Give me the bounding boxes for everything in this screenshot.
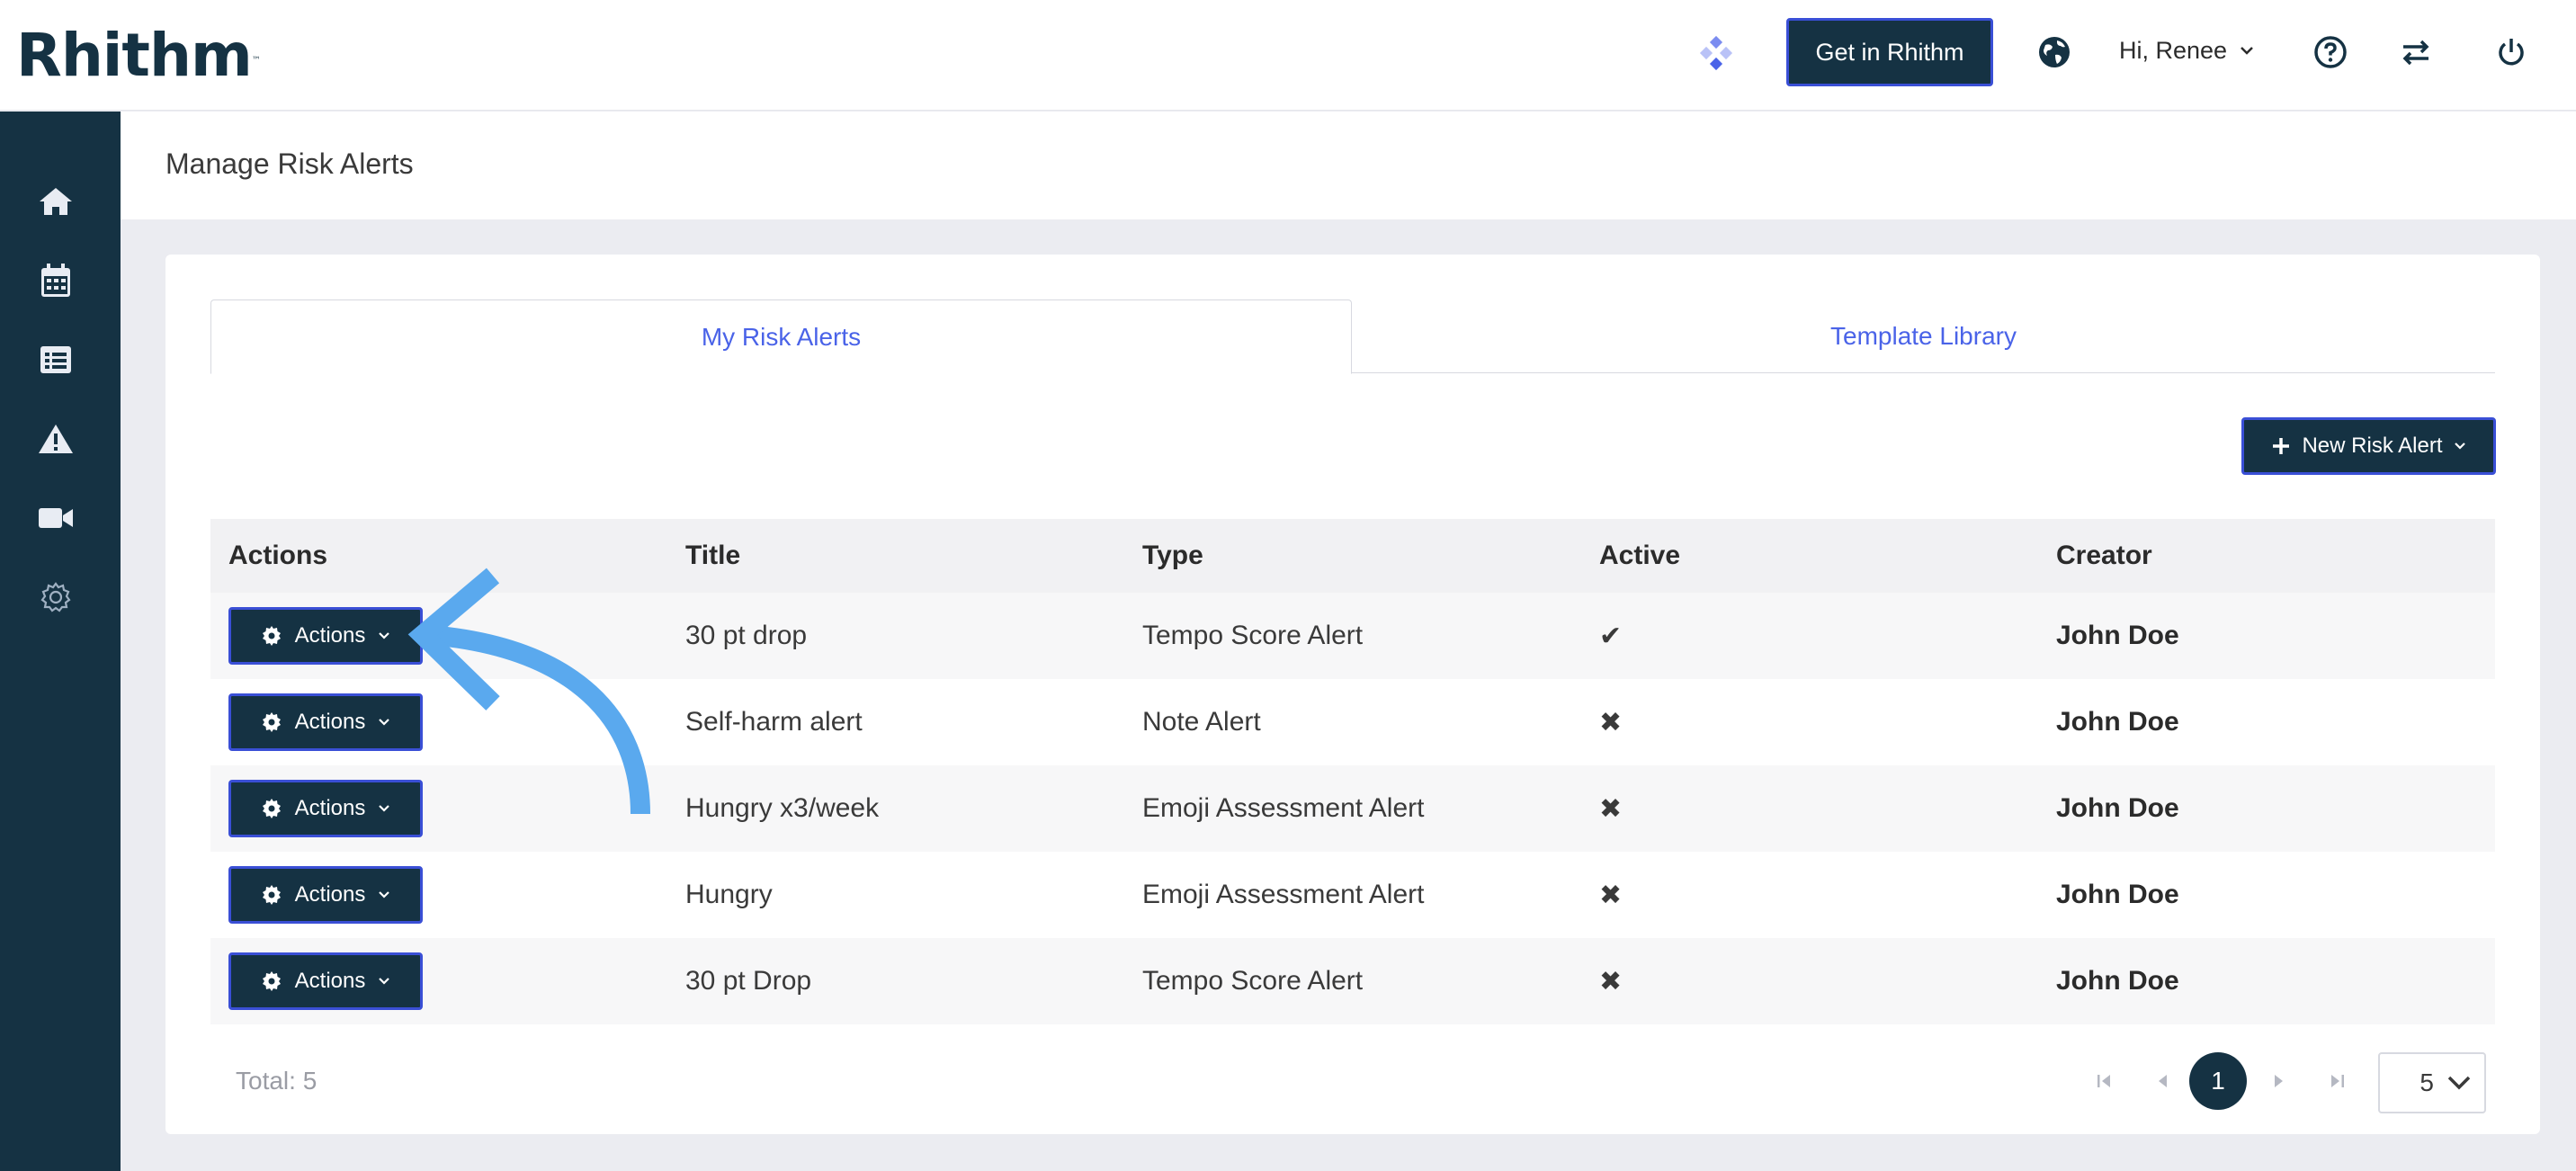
plus-icon	[2273, 438, 2290, 454]
cell-type: Tempo Score Alert	[1142, 966, 1364, 996]
actions-button[interactable]: Actions	[228, 693, 423, 751]
column-header-title[interactable]: Title	[667, 541, 1124, 571]
cell-creator: John Doe	[2056, 793, 2179, 823]
sidebar-nav	[0, 112, 121, 1171]
user-greeting: Hi, Renee	[2119, 36, 2228, 64]
table-row: Actions 30 pt Drop Tempo Score Alert ✖ J…	[210, 938, 2495, 1024]
column-header-active[interactable]: Active	[1581, 541, 2038, 571]
calendar-icon[interactable]	[38, 263, 74, 299]
x-icon: ✖	[1599, 880, 1623, 910]
gear-icon	[262, 626, 281, 646]
cell-type: Emoji Assessment Alert	[1142, 880, 1425, 909]
tab-bar: My Risk Alerts Template Library	[210, 299, 2495, 374]
actions-label: Actions	[294, 882, 366, 907]
cell-type: Tempo Score Alert	[1142, 621, 1364, 650]
cell-title: Hungry x3/week	[685, 793, 880, 823]
chevron-down-icon	[379, 632, 390, 639]
risk-alerts-table: Actions Title Type Active Creator Action…	[210, 519, 2495, 1024]
cell-title: Self-harm alert	[685, 707, 863, 737]
chevron-down-icon	[379, 978, 390, 985]
table-row: Actions Hungry x3/week Emoji Assessment …	[210, 765, 2495, 852]
actions-label: Actions	[294, 710, 366, 734]
chevron-down-icon	[2447, 1076, 2471, 1090]
settings-gear-icon[interactable]	[38, 579, 74, 615]
page-size-select[interactable]: 5	[2378, 1052, 2486, 1113]
page-number-current[interactable]: 1	[2189, 1052, 2247, 1110]
last-page-icon[interactable]	[2326, 1070, 2348, 1092]
gear-icon	[262, 799, 281, 818]
x-icon: ✖	[1599, 966, 1623, 997]
table-body: Actions 30 pt drop Tempo Score Alert ✔ J…	[210, 593, 2495, 1024]
warning-icon[interactable]	[38, 421, 74, 457]
get-in-rhithm-button[interactable]: Get in Rhithm	[1786, 18, 1993, 86]
page-size-value: 5	[2419, 1068, 2434, 1096]
chevron-down-icon	[2454, 442, 2465, 450]
switch-arrows-icon[interactable]	[2398, 34, 2434, 70]
gear-icon	[262, 712, 281, 732]
table-row: Actions 30 pt drop Tempo Score Alert ✔ J…	[210, 593, 2495, 679]
chevron-down-icon	[2241, 47, 2253, 55]
sparkle-diamond-icon[interactable]	[1698, 36, 1734, 72]
actions-button[interactable]: Actions	[228, 866, 423, 924]
table-header: Actions Title Type Active Creator	[210, 519, 2495, 593]
risk-alerts-card: My Risk Alerts Template Library New Risk…	[165, 255, 2540, 1134]
new-risk-alert-label: New Risk Alert	[2302, 434, 2443, 458]
column-header-actions: Actions	[228, 541, 328, 570]
chevron-down-icon	[379, 719, 390, 726]
tab-template-library[interactable]: Template Library	[1352, 299, 2495, 373]
cell-creator: John Doe	[2056, 966, 2179, 996]
gear-icon	[262, 971, 281, 991]
column-header-creator[interactable]: Creator	[2038, 541, 2495, 571]
next-page-icon[interactable]	[2268, 1070, 2290, 1092]
user-menu[interactable]: Hi, Renee	[2119, 32, 2254, 68]
page-title: Manage Risk Alerts	[165, 147, 414, 180]
previous-page-icon[interactable]	[2151, 1070, 2173, 1092]
actions-label: Actions	[294, 796, 366, 820]
chevron-down-icon	[379, 891, 390, 898]
cell-title: 30 pt drop	[685, 621, 808, 650]
column-header-type[interactable]: Type	[1124, 541, 1581, 571]
cell-creator: John Doe	[2056, 707, 2179, 737]
tab-my-risk-alerts[interactable]: My Risk Alerts	[210, 299, 1352, 374]
page-title-bar: Manage Risk Alerts	[121, 112, 2576, 219]
first-page-icon[interactable]	[2094, 1070, 2115, 1092]
chevron-down-icon	[379, 805, 390, 812]
actions-button[interactable]: Actions	[228, 607, 423, 665]
total-count: Total: 5	[236, 1067, 318, 1095]
actions-label: Actions	[294, 623, 366, 648]
top-header: Rhithm™ Get in Rhithm Hi, Renee	[0, 0, 2576, 111]
rhithm-logo[interactable]: Rhithm™	[16, 22, 261, 90]
x-icon: ✖	[1599, 707, 1623, 737]
cell-title: 30 pt Drop	[685, 966, 812, 996]
cell-creator: John Doe	[2056, 621, 2179, 650]
table-row: Actions Hungry Emoji Assessment Alert ✖ …	[210, 852, 2495, 938]
actions-button[interactable]: Actions	[228, 952, 423, 1010]
check-icon: ✔	[1599, 621, 1623, 651]
actions-button[interactable]: Actions	[228, 780, 423, 837]
cell-title: Hungry	[685, 880, 773, 909]
table-row: Actions Self-harm alert Note Alert ✖ Joh…	[210, 679, 2495, 765]
power-icon[interactable]	[2493, 34, 2529, 70]
video-camera-icon[interactable]	[38, 500, 74, 536]
new-risk-alert-button[interactable]: New Risk Alert	[2241, 417, 2496, 475]
cell-type: Note Alert	[1142, 707, 1261, 737]
home-icon[interactable]	[38, 183, 74, 219]
x-icon: ✖	[1599, 793, 1623, 824]
help-icon[interactable]	[2312, 34, 2348, 70]
actions-label: Actions	[294, 969, 366, 993]
cell-type: Emoji Assessment Alert	[1142, 793, 1425, 823]
globe-icon[interactable]	[2037, 35, 2071, 69]
list-icon[interactable]	[38, 342, 74, 378]
cell-creator: John Doe	[2056, 880, 2179, 909]
gear-icon	[262, 885, 281, 905]
